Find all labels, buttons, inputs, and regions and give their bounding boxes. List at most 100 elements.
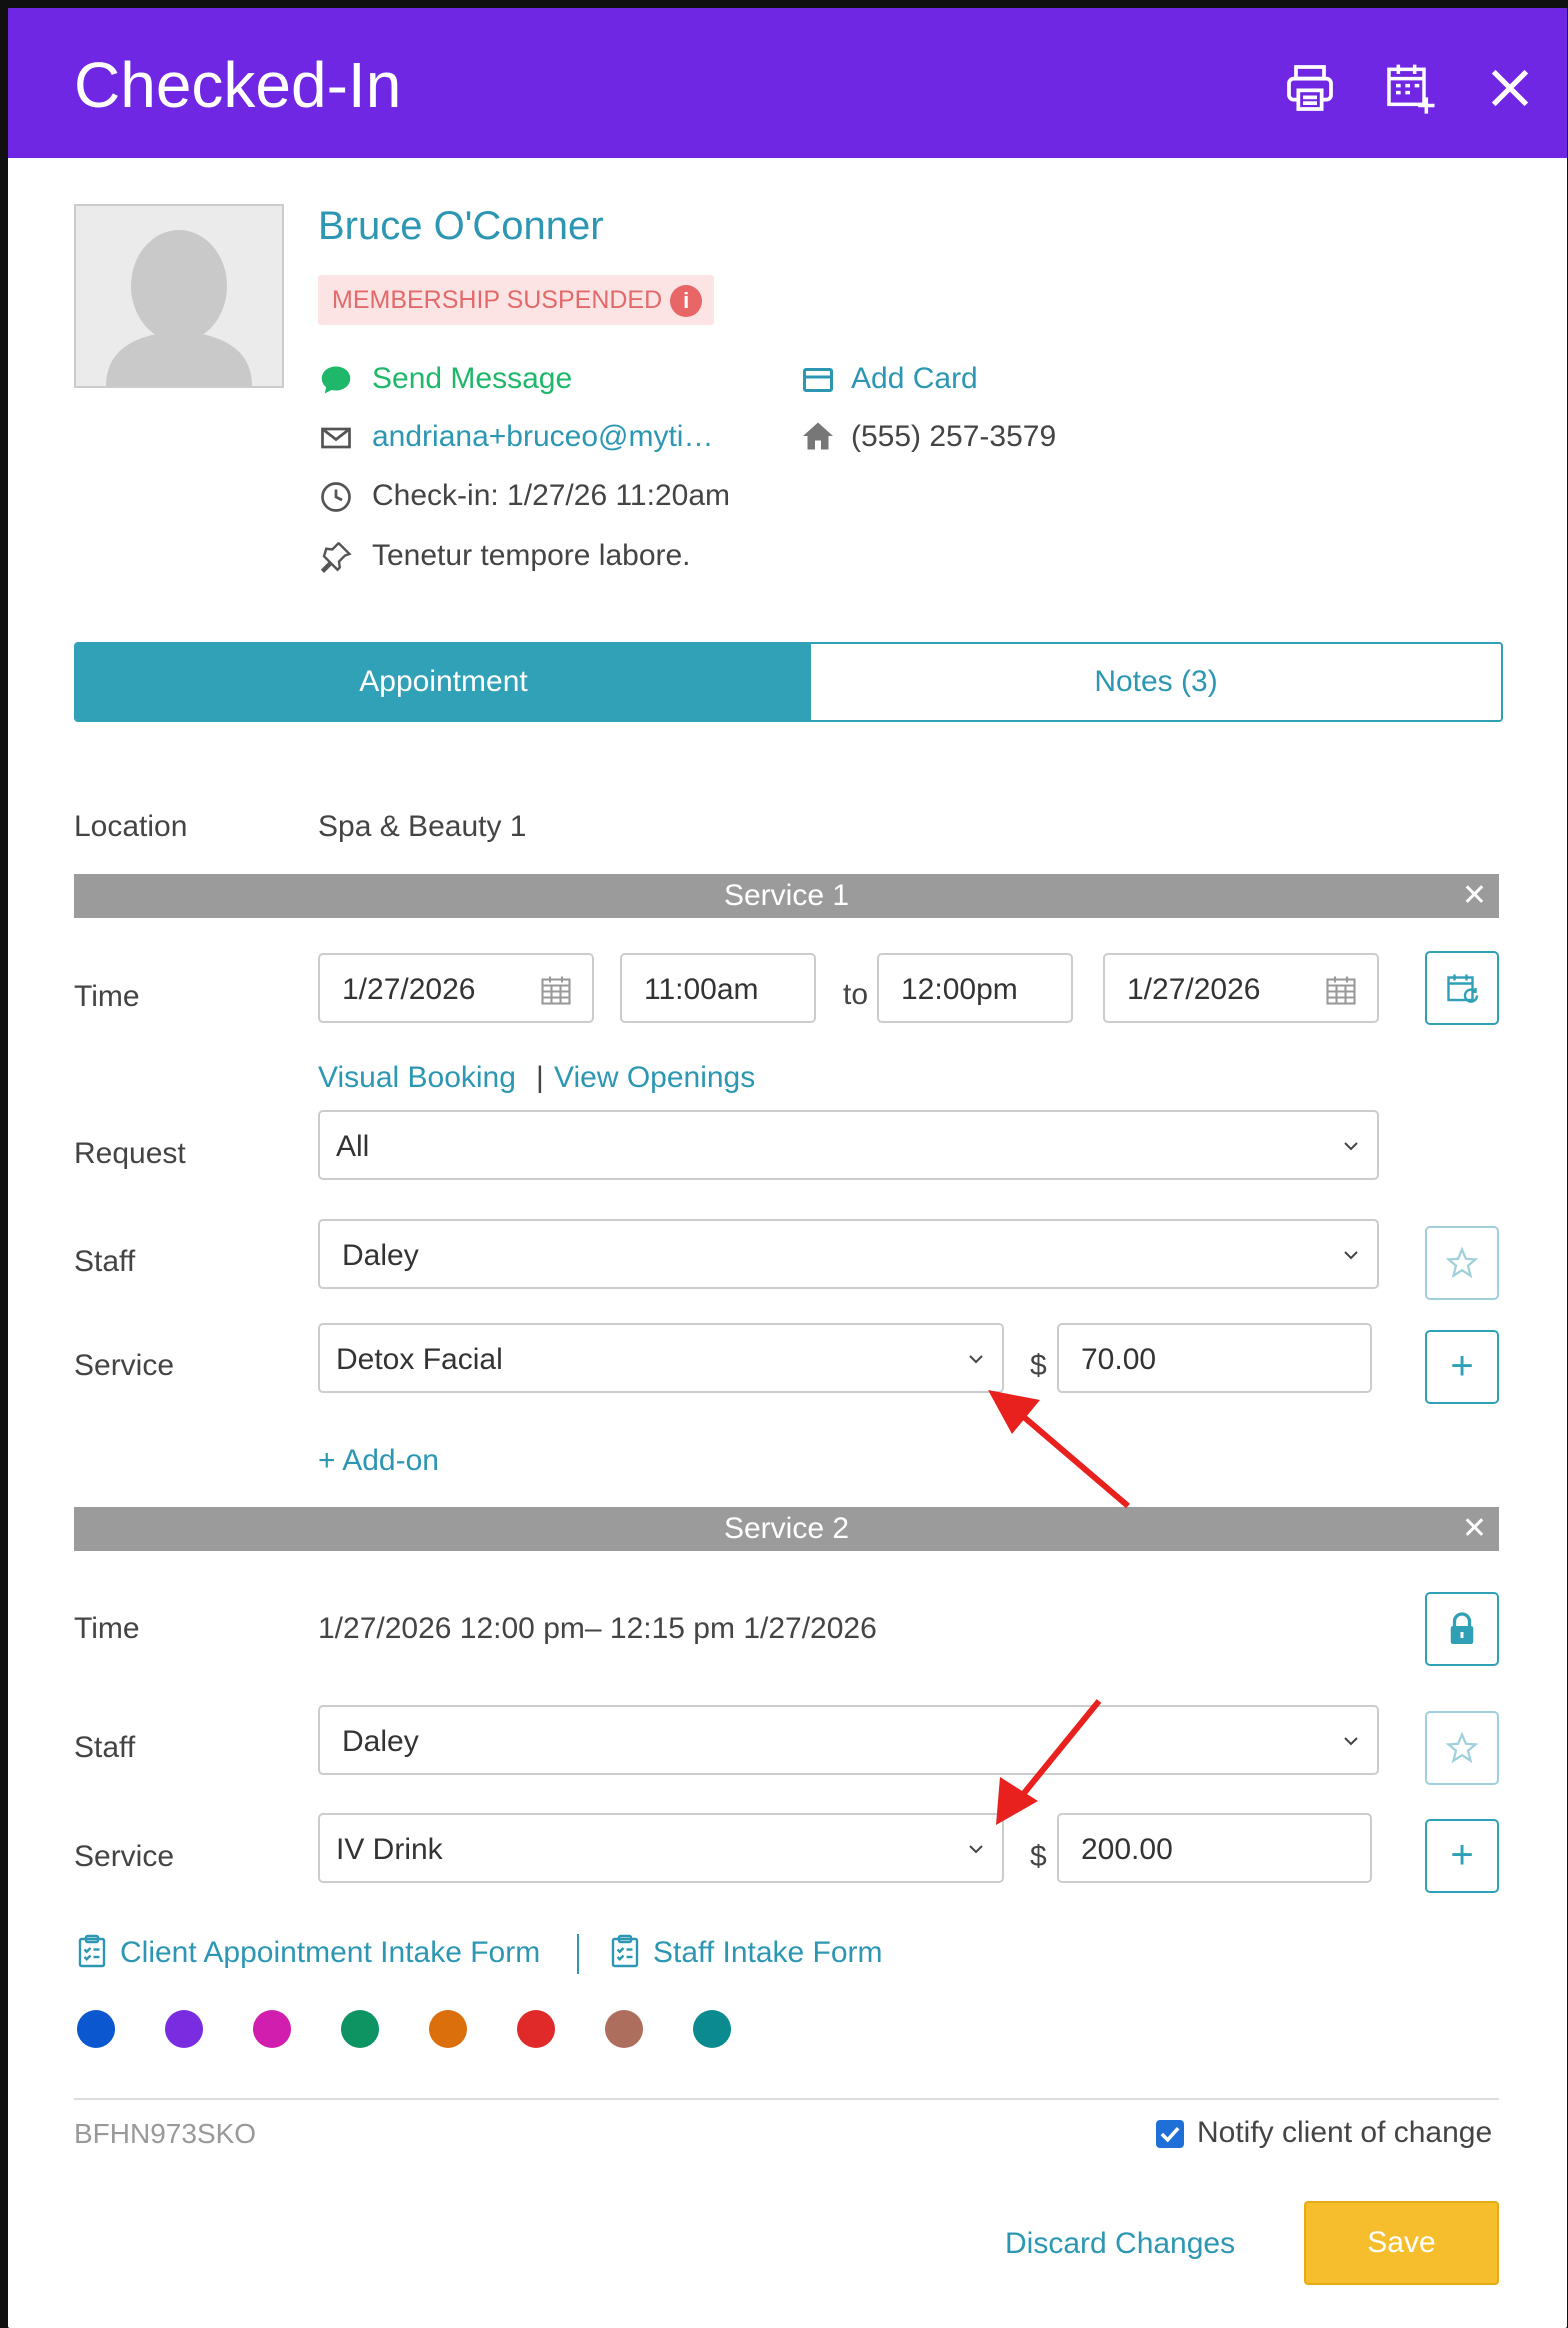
service-2-currency-symbol: $ (1030, 1840, 1047, 1873)
staff-select[interactable]: Daley (318, 1219, 1379, 1289)
booking-code: BFHN973SKO (74, 2118, 257, 2149)
envelope-icon (318, 420, 354, 456)
start-time-input[interactable]: 11:00am (620, 953, 816, 1023)
membership-status-badge: MEMBERSHIP SUSPENDED i (318, 275, 715, 325)
request-select[interactable]: All (318, 1110, 1379, 1180)
service-value: Detox Facial (336, 1343, 503, 1376)
chevron-down-icon (969, 1845, 983, 1854)
end-time-value: 12:00pm (901, 973, 1018, 1006)
staff-label: Staff (74, 1245, 136, 1278)
tab-appointment[interactable]: Appointment (76, 644, 811, 720)
view-openings-link[interactable]: View Openings (554, 1061, 755, 1095)
start-date-value: 1/27/2026 (342, 973, 476, 1006)
service-label: Service (74, 1349, 175, 1382)
calendar-add-icon[interactable] (1382, 60, 1438, 116)
color-swatch-6[interactable] (517, 2010, 555, 2048)
client-email-link[interactable]: andriana+bruceo@myti… (372, 420, 713, 454)
dialog-title: Checked-In (74, 49, 402, 121)
location-label: Location (74, 810, 188, 843)
star-icon (1445, 1246, 1479, 1279)
end-date-input[interactable]: 1/27/2026 (1103, 953, 1379, 1023)
service-2-service-label: Service (74, 1840, 175, 1873)
client-intake-form-link[interactable]: Client Appointment Intake Form (120, 1936, 540, 1970)
checked-in-dialog: Checked-In Bruce O'Conner MEMBERSHIP SUS… (8, 8, 1567, 2328)
chevron-down-icon (1344, 1737, 1358, 1746)
client-note: Tenetur tempore labore. (372, 539, 691, 572)
color-swatch-7[interactable] (605, 2010, 643, 2048)
link-separator: | (536, 1061, 544, 1094)
request-label: Request (74, 1137, 186, 1170)
dialog-tabs: Appointment Notes (3) (74, 642, 1503, 722)
credit-card-icon (800, 362, 836, 398)
end-time-input[interactable]: 12:00pm (877, 953, 1073, 1023)
forms-divider (577, 1934, 579, 1974)
color-swatch-4[interactable] (341, 2010, 379, 2048)
service-2-staff-value: Daley (342, 1725, 419, 1758)
close-icon[interactable] (1482, 60, 1538, 116)
tab-notes[interactable]: Notes (3) (811, 644, 1501, 720)
favorite-staff-button[interactable] (1425, 1226, 1499, 1300)
color-swatch-5[interactable] (429, 2010, 467, 2048)
footer-divider (74, 2098, 1499, 2100)
color-swatch-2[interactable] (165, 2010, 203, 2048)
printer-icon[interactable] (1282, 60, 1338, 116)
service-1-header: Service 1 ✕ (74, 874, 1499, 918)
service-2-add-service-button[interactable]: + (1425, 1819, 1499, 1893)
home-icon (800, 418, 836, 454)
calendar-refresh-button[interactable] (1425, 951, 1499, 1025)
clipboard-check-icon (74, 1933, 110, 1969)
service-2-time-value: 1/27/2026 12:00 pm– 12:15 pm 1/27/2026 (318, 1612, 877, 1645)
service-select[interactable]: Detox Facial (318, 1323, 1004, 1393)
service-2-title: Service 2 (723, 1512, 850, 1545)
chevron-down-icon (969, 1355, 983, 1364)
add-card-link[interactable]: Add Card (851, 362, 978, 396)
color-swatch-3[interactable] (253, 2010, 291, 2048)
service-2-staff-select[interactable]: Daley (318, 1705, 1379, 1775)
client-name[interactable]: Bruce O'Conner (318, 204, 604, 249)
calendar-refresh-icon (1447, 974, 1479, 1003)
info-icon[interactable]: i (670, 285, 703, 317)
checkin-time: Check-in: 1/27/26 11:20am (372, 479, 730, 512)
chevron-down-icon (1344, 1142, 1358, 1151)
service-2-favorite-staff-button[interactable] (1425, 1711, 1499, 1785)
color-swatch-8[interactable] (693, 2010, 731, 2048)
price-value: 70.00 (1081, 1343, 1157, 1376)
to-label: to (843, 978, 869, 1011)
send-message-link[interactable]: Send Message (372, 362, 572, 396)
calendar-icon[interactable] (1323, 972, 1359, 1008)
discard-changes-link[interactable]: Discard Changes (1005, 2227, 1235, 2261)
service-1-time-label: Time (74, 980, 140, 1013)
color-swatch-1[interactable] (77, 2010, 115, 2048)
chat-bubble-icon (318, 362, 354, 398)
lock-time-button[interactable] (1425, 1592, 1499, 1666)
service-2-staff-label: Staff (74, 1731, 136, 1764)
staff-value: Daley (342, 1239, 419, 1272)
staff-intake-form-link[interactable]: Staff Intake Form (653, 1936, 883, 1970)
remove-service-1-button[interactable]: ✕ (1462, 874, 1487, 918)
add-service-button[interactable]: + (1425, 1330, 1499, 1404)
annotation-arrow-2 (996, 1699, 1102, 1825)
visual-booking-link[interactable]: Visual Booking (318, 1061, 516, 1095)
location-value: Spa & Beauty 1 (318, 810, 527, 843)
start-date-input[interactable]: 1/27/2026 (318, 953, 594, 1023)
calendar-icon[interactable] (538, 972, 574, 1008)
remove-service-2-button[interactable]: ✕ (1462, 1507, 1487, 1551)
pin-icon (318, 539, 354, 575)
dialog-header: Checked-In (8, 8, 1567, 158)
annotation-arrow-1 (988, 1390, 1130, 1509)
client-phone: (555) 257-3579 (851, 420, 1057, 453)
end-date-value: 1/27/2026 (1127, 973, 1261, 1006)
service-2-header: Service 2 ✕ (74, 1507, 1499, 1551)
service-2-service-value: IV Drink (336, 1833, 443, 1866)
start-time-value: 11:00am (644, 973, 759, 1006)
notify-label: Notify client of change (1197, 2116, 1493, 2149)
service-2-price-value: 200.00 (1081, 1833, 1173, 1866)
clipboard-check-icon (607, 1933, 643, 1969)
notify-checkbox[interactable] (1156, 2120, 1184, 2148)
star-icon (1445, 1731, 1479, 1764)
save-button[interactable]: Save (1304, 2201, 1499, 2285)
add-on-link[interactable]: + Add-on (318, 1444, 439, 1478)
service-2-time-label: Time (74, 1612, 140, 1645)
service-2-service-select[interactable]: IV Drink (318, 1813, 1004, 1883)
membership-status-text: MEMBERSHIP SUSPENDED (332, 286, 663, 314)
